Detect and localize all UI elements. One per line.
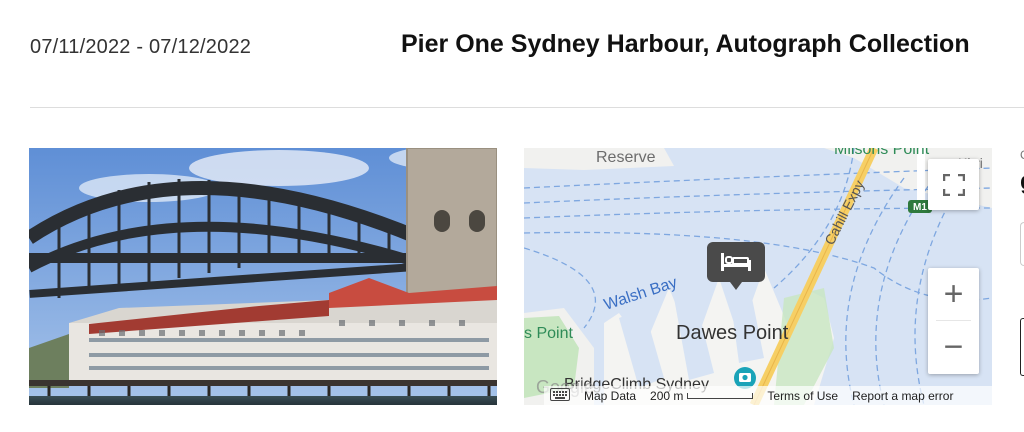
hotel-title: Pier One Sydney Harbour, Autograph Colle… — [401, 30, 970, 58]
map-label-reserve: Reserve — [596, 149, 656, 166]
map-scale[interactable]: 200 m — [650, 388, 754, 403]
header-dates: 07/11/2022 - 07/12/2022 — [30, 36, 252, 58]
side-panel-button[interactable] — [1020, 318, 1024, 376]
zoom-controls: + − — [928, 268, 979, 374]
hotel-bed-marker-icon[interactable] — [707, 242, 765, 290]
map-scale-bar — [687, 392, 754, 399]
map-data-link[interactable]: Map Data — [584, 389, 636, 403]
map-scale-label: 200 m — [650, 388, 684, 403]
map-footer: Map Data 200 m Terms of Use Report a map… — [544, 386, 992, 405]
keyboard-icon — [550, 387, 570, 401]
zoom-in-button[interactable]: + — [928, 268, 979, 320]
side-panel-input[interactable] — [1020, 222, 1024, 266]
fullscreen-icon — [942, 173, 965, 196]
zoom-out-button[interactable]: − — [928, 321, 979, 373]
location-map[interactable]: M1 Reserve Milsons Point Kirri Cahill Ex… — [524, 148, 992, 405]
map-label-dawes-point: Dawes Point — [676, 322, 789, 344]
hotel-photo[interactable] — [29, 148, 497, 405]
bed-icon — [721, 253, 751, 271]
hotel-photo-illustration — [29, 148, 497, 405]
header-divider — [30, 107, 1024, 108]
keyboard-shortcuts-icon[interactable] — [550, 387, 570, 404]
map-label-milsons-point: Milsons Point — [834, 148, 930, 158]
side-panel-caption: C — [1020, 148, 1024, 162]
map-label-s-point: s Point — [524, 325, 573, 342]
side-panel-heading: g — [1020, 168, 1024, 196]
m1-road-shield: M1 — [913, 202, 927, 213]
terms-of-use-link[interactable]: Terms of Use — [767, 389, 838, 403]
fullscreen-button[interactable] — [928, 159, 979, 210]
report-map-error-link[interactable]: Report a map error — [852, 389, 953, 403]
